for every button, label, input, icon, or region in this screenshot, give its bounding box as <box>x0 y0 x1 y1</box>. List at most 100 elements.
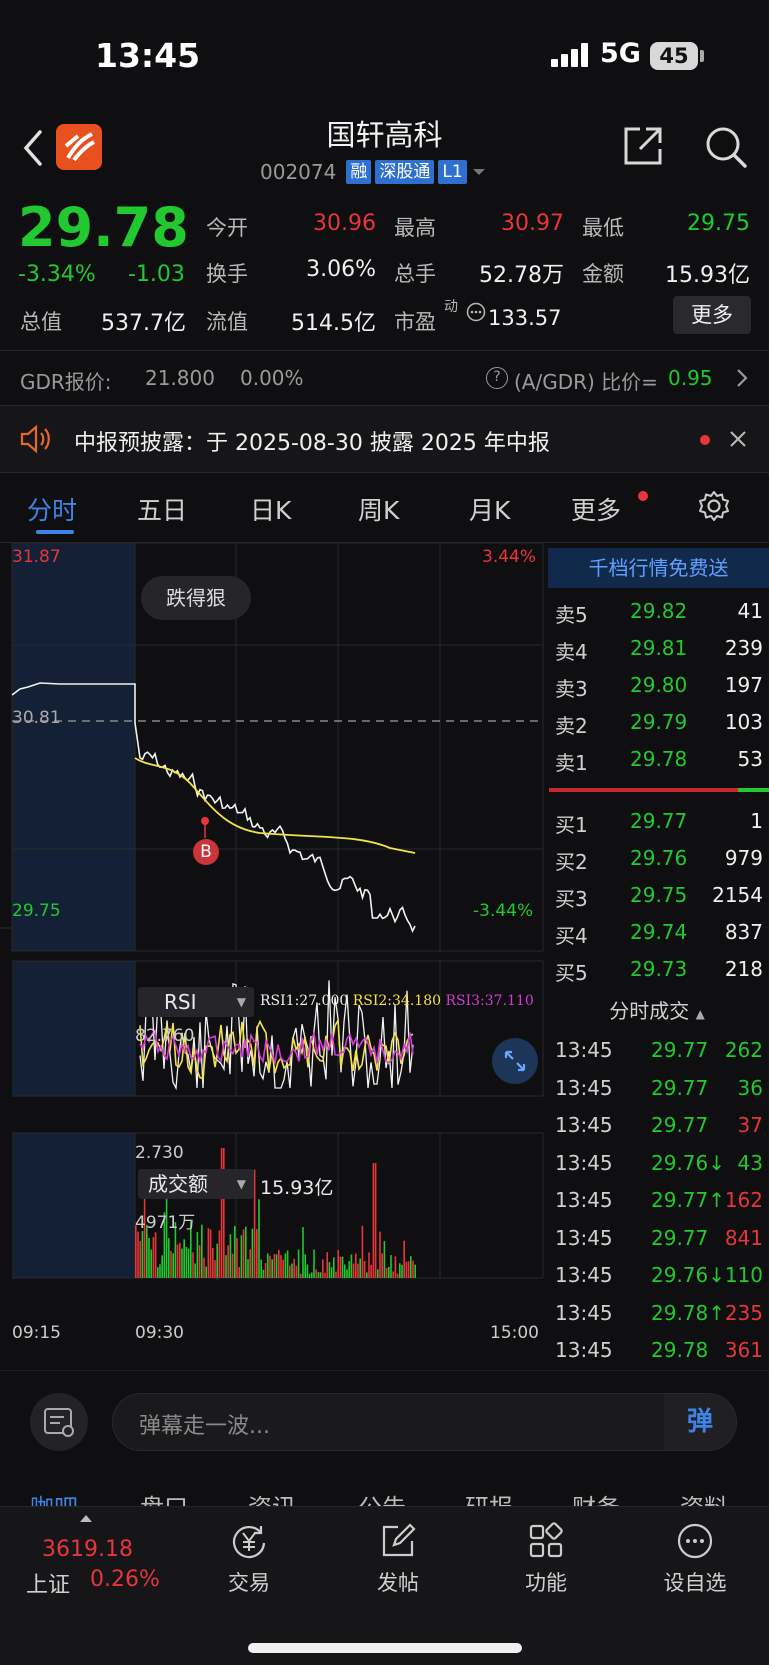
chevron-right-icon <box>737 369 748 387</box>
pct-high-label: 3.44% <box>482 547 537 567</box>
subtab-news[interactable]: 资讯 <box>248 1488 296 1508</box>
prev-close-label: 30.81 <box>12 708 61 728</box>
volume-bar <box>344 1264 346 1278</box>
index-ticker[interactable]: 3619.18 上证 0.26% <box>0 1507 175 1607</box>
trade-row: 13:45 29.76↓ 43 <box>545 1146 769 1183</box>
volume-bar <box>220 1148 223 1278</box>
volume-bar <box>271 1259 273 1278</box>
info-dots-icon[interactable] <box>466 302 486 322</box>
subtab-profile[interactable]: 资料 <box>680 1488 728 1508</box>
trade-qty: 235 <box>724 1300 763 1325</box>
volume-bar <box>249 1249 251 1278</box>
volume-bar <box>225 1255 227 1278</box>
expand-icon[interactable] <box>492 1038 538 1084</box>
volume-bar <box>280 1255 282 1278</box>
volume-bar <box>179 1242 181 1278</box>
danmaku-input[interactable]: 弹幕走一波... 弹 <box>112 1393 737 1451</box>
danmaku-toggle-button[interactable] <box>30 1393 88 1451</box>
trade-time: 13:45 <box>555 1188 613 1212</box>
rsi3-value: RSI3:37.110 <box>445 993 534 1009</box>
ask-price: 29.78 <box>630 747 688 771</box>
volume-bar <box>251 1228 254 1278</box>
tab-five-day[interactable]: 五日 <box>137 491 187 527</box>
volume-bar <box>240 1235 243 1278</box>
share-icon[interactable] <box>622 125 664 167</box>
volume-bar <box>227 1245 229 1278</box>
change-amount: -1.03 <box>128 262 185 287</box>
trade-price: 29.78 <box>651 1338 709 1362</box>
subtab-research[interactable]: 研报 <box>465 1488 513 1508</box>
tab-intraday[interactable]: 分时 <box>27 491 77 527</box>
volume-selector[interactable]: 成交额 ▼ <box>138 1169 254 1199</box>
tag-pill[interactable]: 跌得狠 <box>141 576 251 620</box>
price-low-label: 29.75 <box>12 901 61 921</box>
bottom-nav: 3619.18 上证 0.26% 交易 发帖 功能 设自选 <box>0 1506 769 1665</box>
subtab-bar[interactable]: 咖吧 <box>30 1488 78 1508</box>
trade-price: 29.77↑ <box>651 1188 726 1212</box>
volume-bar <box>407 1261 410 1278</box>
subtab-announcements[interactable]: 公告 <box>358 1488 406 1508</box>
volume-bar <box>381 1253 383 1278</box>
rsi1-value: RSI1:27.000 <box>260 993 349 1009</box>
volume-bar <box>339 1256 342 1278</box>
volume-bar <box>341 1256 344 1278</box>
trade-time: 13:45 <box>555 1338 613 1362</box>
nav-functions[interactable]: 功能 <box>486 1515 606 1605</box>
open-label: 今开 <box>206 216 248 240</box>
volume-bar <box>322 1259 324 1278</box>
volume-bar <box>161 1255 163 1278</box>
tab-more[interactable]: 更多 <box>571 491 621 527</box>
volume-bar <box>289 1265 291 1278</box>
trade-time: 13:45 <box>555 1300 613 1325</box>
trade-price: 29.76↓ <box>651 1263 726 1287</box>
nav-watchlist[interactable]: 设自选 <box>635 1515 755 1605</box>
trades-title[interactable]: 分时成交 ▲ <box>545 995 769 1024</box>
notice-banner[interactable]: 中报预披露：于 2025-08-30 披露 2025 年中报 <box>0 405 769 473</box>
tag-margin: 融 <box>346 160 372 184</box>
tab-daily-k[interactable]: 日K <box>250 491 291 527</box>
rsi-selector[interactable]: RSI ▼ <box>138 987 254 1017</box>
level2-banner[interactable]: 千档行情免费送 <box>548 548 769 588</box>
gdr-row[interactable]: GDR报价: 21.800 0.00% ? (A/GDR) 比价= 0.95 <box>0 351 769 405</box>
volume-bar <box>317 1272 320 1278</box>
buy-marker[interactable]: B <box>193 839 219 865</box>
volume-bar <box>236 1238 238 1278</box>
volume-bar <box>396 1273 399 1278</box>
tab-weekly-k[interactable]: 周K <box>358 491 399 527</box>
trade-qty: 37 <box>737 1113 763 1137</box>
rsi-high-label: 82.760 <box>135 1026 195 1046</box>
volume-bar <box>269 1255 271 1278</box>
volume-bar <box>231 1253 234 1278</box>
volume-bar <box>366 1272 368 1278</box>
trade-row: 13:45 29.77 262 <box>545 1033 769 1070</box>
search-icon[interactable] <box>704 125 748 169</box>
volume-bar <box>403 1240 405 1278</box>
volume-bar <box>273 1254 276 1278</box>
subtab-finance[interactable]: 财务 <box>572 1488 620 1508</box>
close-icon[interactable] <box>728 429 748 449</box>
volume-bar <box>245 1226 247 1278</box>
info-subtabs: 咖吧 盘口 资讯 公告 研报 财务 资料 <box>0 1460 769 1508</box>
stock-code-row[interactable]: 002074 融 深股通 L1 <box>260 158 487 186</box>
trade-row: 13:45 29.78↑ 235 <box>545 1296 769 1333</box>
help-icon[interactable]: ? <box>486 367 508 389</box>
ask-price: 29.81 <box>630 636 688 660</box>
subtab-panel[interactable]: 盘口 <box>140 1488 188 1508</box>
volume-bar <box>394 1256 397 1278</box>
volume-bar <box>372 1163 375 1278</box>
volume-bar <box>370 1264 372 1278</box>
nav-post[interactable]: 发帖 <box>338 1515 458 1605</box>
trade-qty: 361 <box>724 1338 763 1362</box>
intraday-chart[interactable]: 31.87 3.44% 30.81 29.75 -3.44% 跌得狠 B RSI… <box>0 543 545 1353</box>
nav-trade[interactable]: 交易 <box>189 1515 309 1605</box>
gear-icon[interactable] <box>697 489 731 523</box>
bid-row: 买5 29.73 218 <box>545 951 769 988</box>
danmaku-send-button[interactable]: 弹 <box>664 1394 736 1450</box>
volume-bar <box>181 1248 183 1278</box>
more-quote-button[interactable]: 更多 <box>673 296 751 334</box>
volume-bar <box>187 1248 190 1278</box>
volume-bar <box>302 1227 304 1278</box>
trade-qty: 110 <box>724 1263 763 1287</box>
volume-bar <box>267 1253 269 1278</box>
tab-monthly-k[interactable]: 月K <box>469 491 510 527</box>
